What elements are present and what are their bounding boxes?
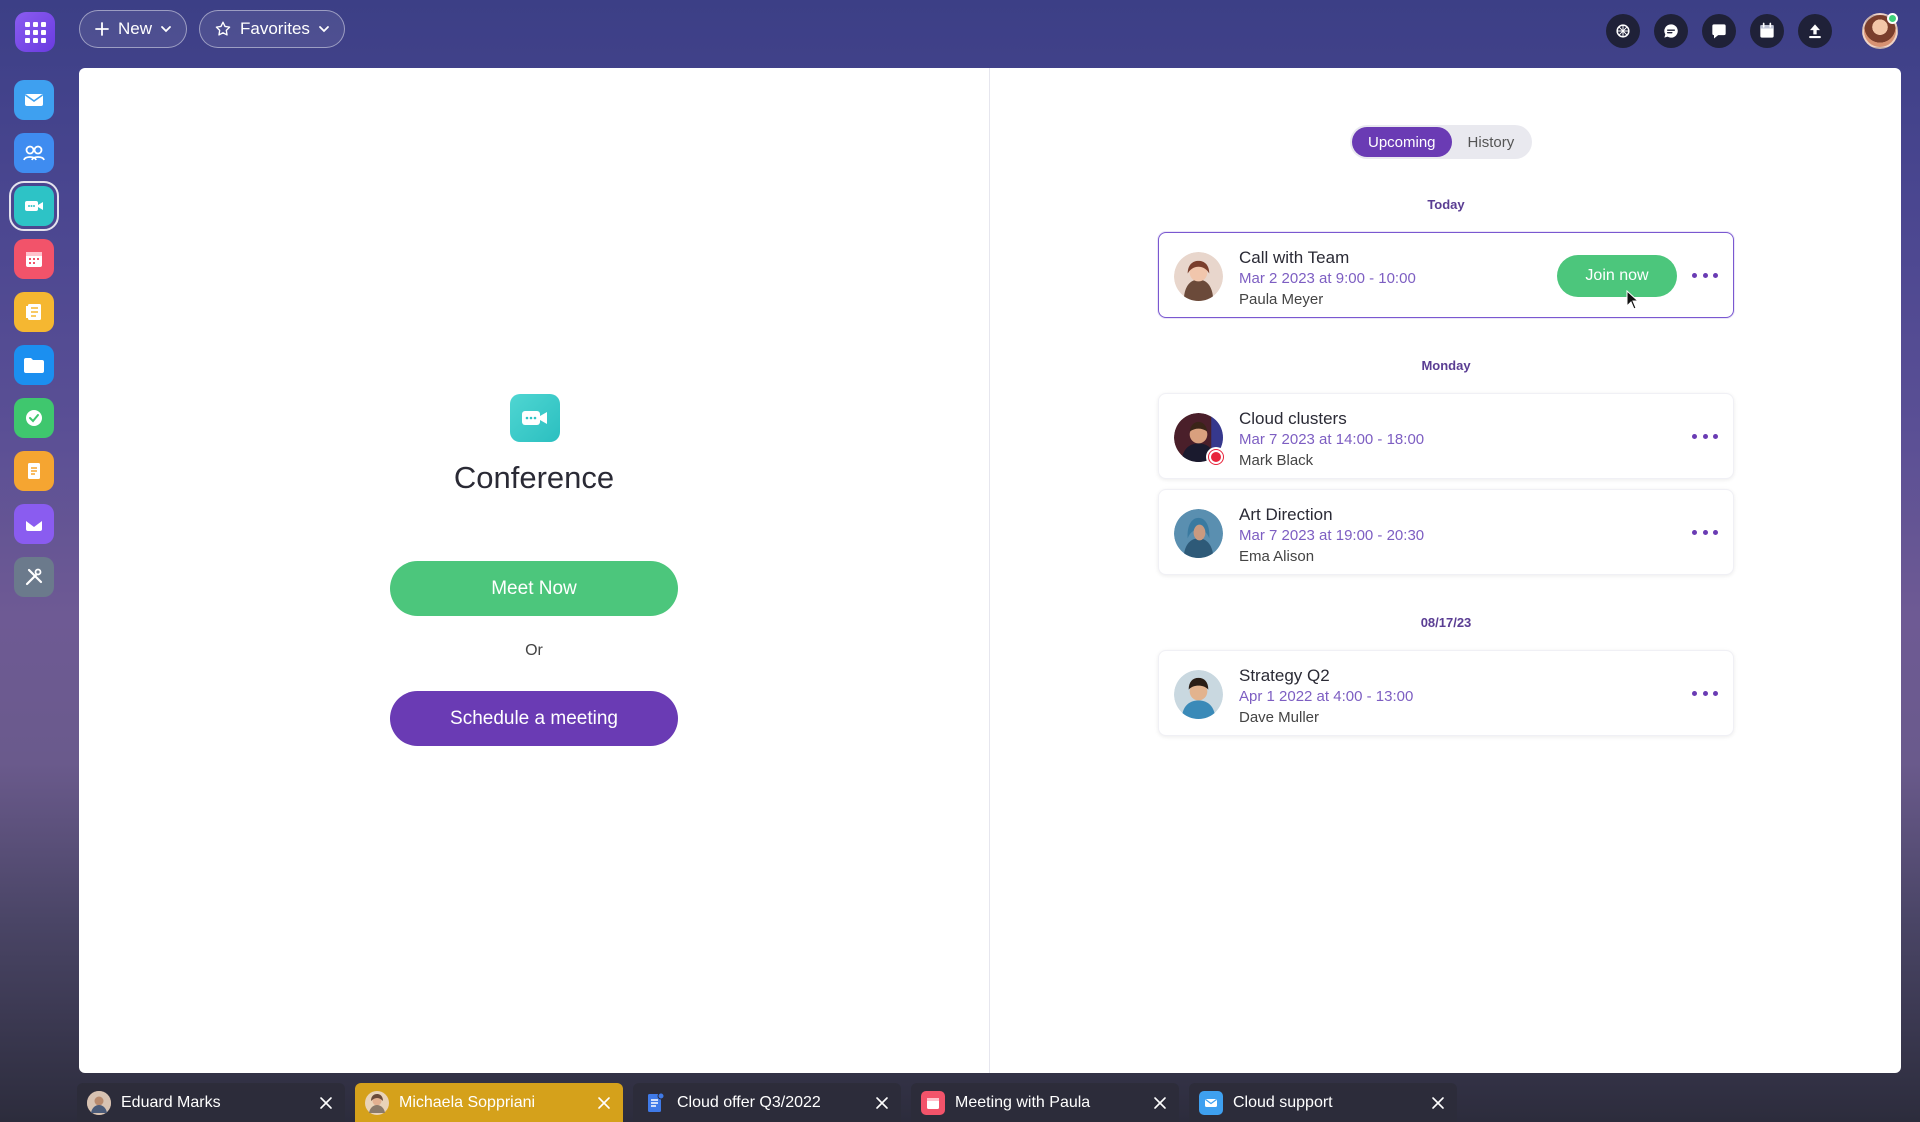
conference-app-icon[interactable] (9, 181, 59, 231)
notes-app-icon[interactable] (14, 292, 54, 332)
taskbar-item[interactable]: Eduard Marks (77, 1083, 345, 1122)
or-separator: Or (525, 642, 543, 659)
meeting-host: Paula Meyer (1239, 291, 1324, 308)
app-dock (9, 80, 59, 610)
meeting-title: Call with Team (1239, 248, 1350, 267)
meeting-time: Mar 7 2023 at 14:00 - 18:00 (1239, 431, 1425, 448)
favorites-label: Favorites (240, 19, 310, 38)
meeting-title: Cloud clusters (1239, 409, 1347, 428)
upload-icon[interactable] (1798, 14, 1832, 48)
document-icon (643, 1091, 667, 1115)
grid-icon (24, 21, 46, 43)
documents-app-icon[interactable] (14, 451, 54, 491)
avatar-icon (365, 1090, 389, 1115)
meeting-time: Mar 7 2023 at 19:00 - 20:30 (1239, 527, 1425, 544)
taskbar: Eduard Marks Michaela Soppriani Cloud of… (77, 1083, 1457, 1122)
star-icon (215, 21, 231, 36)
calendar-icon[interactable] (1750, 14, 1784, 48)
mail-icon (1199, 1090, 1223, 1115)
meet-now-button[interactable]: Meet Now (390, 561, 678, 616)
taskbar-label: Meeting with Paula (955, 1093, 1091, 1111)
meeting-card[interactable]: Art Direction Mar 7 2023 at 19:00 - 20:3… (1158, 489, 1734, 575)
conference-window: Conference Meet Now Or Schedule a meetin… (79, 68, 1901, 1073)
message-icon[interactable] (1702, 14, 1736, 48)
tab-history[interactable]: History (1452, 127, 1531, 157)
close-icon[interactable] (595, 1094, 613, 1112)
meeting-tabs: Upcoming History (1350, 125, 1533, 159)
schedule-meeting-button[interactable]: Schedule a meeting (390, 691, 678, 746)
group-header-date: 08/17/23 (1420, 615, 1472, 630)
group-header-today: Today (1427, 197, 1465, 212)
calendar-app-icon[interactable] (14, 239, 54, 279)
panel-divider (989, 68, 990, 1073)
tab-upcoming[interactable]: Upcoming (1352, 127, 1452, 157)
plus-icon (95, 22, 109, 36)
close-icon[interactable] (317, 1094, 335, 1112)
online-status-icon (1887, 13, 1898, 24)
meeting-time: Mar 2 2023 at 9:00 - 10:00 (1239, 270, 1416, 287)
conference-icon (510, 394, 560, 442)
recording-indicator-icon (1206, 447, 1226, 467)
mail-app-icon[interactable] (14, 80, 54, 120)
files-app-icon[interactable] (14, 345, 54, 385)
avatar (1174, 670, 1223, 719)
taskbar-label: Cloud offer Q3/2022 (677, 1093, 821, 1111)
meeting-time: Apr 1 2022 at 4:00 - 13:00 (1239, 688, 1414, 705)
chat-bubble-icon[interactable] (1654, 14, 1688, 48)
top-right-toolbar (1606, 13, 1898, 49)
apps-grid-button[interactable] (15, 12, 55, 52)
taskbar-item[interactable]: Michaela Soppriani (355, 1083, 623, 1122)
close-icon[interactable] (873, 1094, 891, 1112)
taskbar-label: Michaela Soppriani (399, 1093, 536, 1111)
meeting-host: Mark Black (1239, 452, 1314, 469)
more-options-icon[interactable] (1692, 267, 1718, 283)
close-icon[interactable] (1151, 1094, 1169, 1112)
close-icon[interactable] (1429, 1094, 1447, 1112)
inbox-app-icon[interactable] (14, 504, 54, 544)
user-avatar[interactable] (1862, 13, 1898, 49)
taskbar-item[interactable]: Cloud support (1189, 1083, 1457, 1122)
ai-assistant-icon[interactable] (1606, 14, 1640, 48)
calendar-icon (921, 1090, 945, 1115)
meeting-card[interactable]: Cloud clusters Mar 7 2023 at 14:00 - 18:… (1158, 393, 1734, 479)
more-options-icon[interactable] (1692, 685, 1718, 701)
meeting-title: Art Direction (1239, 505, 1333, 524)
meeting-title: Strategy Q2 (1239, 666, 1330, 685)
taskbar-label: Eduard Marks (121, 1093, 221, 1111)
contacts-app-icon[interactable] (14, 133, 54, 173)
taskbar-label: Cloud support (1233, 1093, 1333, 1111)
taskbar-item[interactable]: Meeting with Paula (911, 1083, 1179, 1122)
meeting-host: Dave Muller (1239, 709, 1320, 726)
conference-title: Conference (453, 460, 615, 495)
avatar (1174, 509, 1223, 558)
meeting-card[interactable]: Call with Team Mar 2 2023 at 9:00 - 10:0… (1158, 232, 1734, 318)
new-label: New (118, 19, 153, 38)
join-now-button[interactable]: Join now (1557, 255, 1677, 297)
avatar-icon (87, 1090, 111, 1115)
favorites-button[interactable]: Favorites (199, 10, 345, 48)
taskbar-item[interactable]: Cloud offer Q3/2022 (633, 1083, 901, 1122)
avatar (1174, 252, 1223, 301)
meeting-card[interactable]: Strategy Q2 Apr 1 2022 at 4:00 - 13:00 D… (1158, 650, 1734, 736)
meeting-host: Ema Alison (1239, 548, 1315, 565)
mouse-cursor-icon (1626, 290, 1640, 310)
group-header-monday: Monday (1421, 358, 1471, 373)
tools-app-icon[interactable] (14, 557, 54, 597)
tasks-app-icon[interactable] (14, 398, 54, 438)
new-button[interactable]: New (79, 10, 188, 48)
chevron-down-icon (319, 26, 329, 33)
more-options-icon[interactable] (1692, 428, 1718, 444)
chevron-down-icon (161, 26, 171, 33)
more-options-icon[interactable] (1692, 524, 1718, 540)
